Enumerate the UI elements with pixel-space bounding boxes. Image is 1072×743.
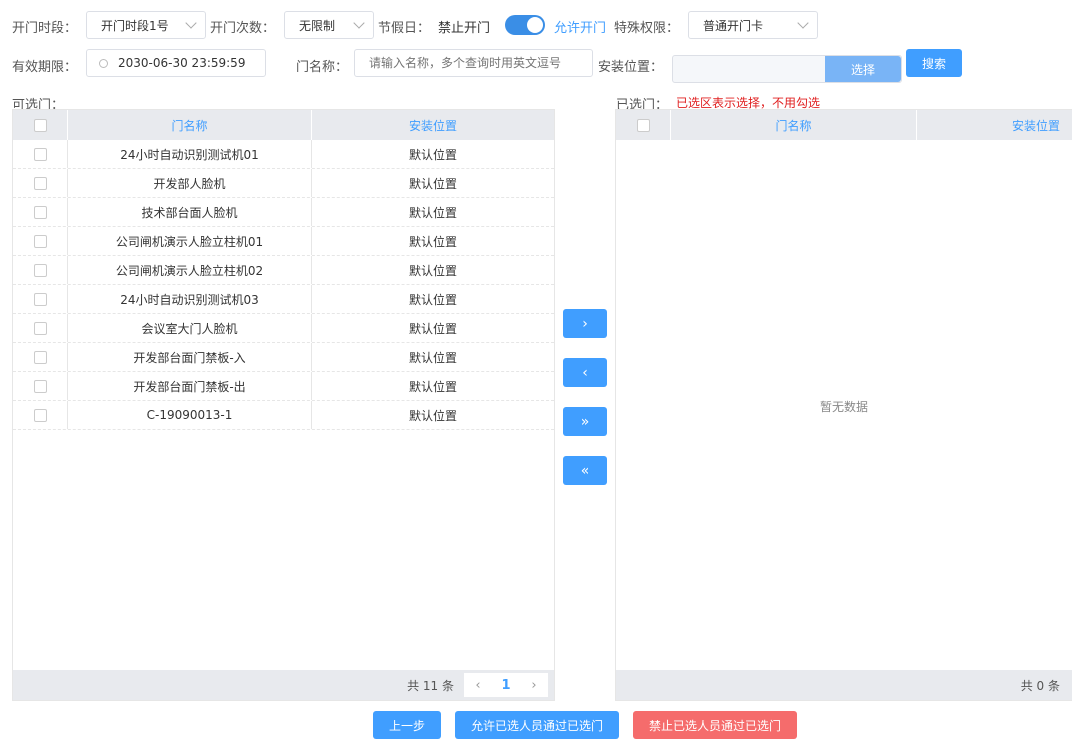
valid-date-value: 2030-06-30 23:59:59 [118, 56, 246, 70]
row-checkbox[interactable] [33, 408, 47, 422]
row-checkbox[interactable] [33, 234, 47, 248]
door-name-cell: 技术部台面人脸机 [68, 198, 312, 226]
table-row[interactable]: 开发部人脸机 默认位置 [13, 169, 554, 198]
table-row[interactable]: 开发部台面门禁板-入 默认位置 [13, 343, 554, 372]
total-count: 共 11 条 [407, 678, 454, 693]
table-footer: 共 0 条 [616, 670, 1072, 700]
count-label: 开门次数： [210, 21, 276, 36]
door-name-cell: 开发部台面门禁板-入 [68, 343, 312, 371]
location-label: 安装位置： [598, 60, 664, 75]
location-select-button[interactable]: 选择 [825, 56, 901, 82]
period-value: 开门时段1号 [101, 18, 169, 33]
location-cell: 默认位置 [408, 176, 457, 191]
door-name-cell: C-19090013-1 [68, 401, 312, 429]
table-header: 门名称 安装位置 [13, 110, 554, 140]
allow-access-button[interactable]: 允许已选人员通过已选门 [455, 711, 619, 739]
location-cell: 默认位置 [408, 234, 457, 249]
move-all-left-button[interactable]: « [563, 456, 607, 485]
door-name-cell: 开发部人脸机 [68, 169, 312, 197]
table-row[interactable]: 公司闸机演示人脸立柱机01 默认位置 [13, 227, 554, 256]
door-name-cell: 公司闸机演示人脸立柱机01 [68, 227, 312, 255]
holiday-toggle[interactable] [505, 15, 545, 35]
table-row[interactable]: C-19090013-1 默认位置 [13, 401, 554, 430]
current-page[interactable]: 1 [492, 678, 520, 693]
selected-doors-panel: 门名称 安装位置 暂无数据 共 0 条 [615, 109, 1072, 701]
location-input[interactable]: 选择 [672, 55, 902, 83]
door-name-cell: 24小时自动识别测试机01 [68, 140, 312, 168]
door-name-cell: 开发部台面门禁板-出 [68, 372, 312, 400]
location-cell: 默认位置 [408, 292, 457, 307]
valid-label: 有效期限： [12, 60, 78, 75]
row-checkbox[interactable] [33, 350, 47, 364]
chevron-down-icon [797, 16, 809, 29]
holiday-label: 节假日： [378, 21, 431, 36]
count-select[interactable]: 无限制 [284, 11, 374, 39]
row-checkbox[interactable] [33, 379, 47, 393]
table-row[interactable]: 技术部台面人脸机 默认位置 [13, 198, 554, 227]
table-row[interactable]: 24小时自动识别测试机03 默认位置 [13, 285, 554, 314]
count-value: 无限制 [299, 18, 336, 33]
row-checkbox[interactable] [33, 205, 47, 219]
special-label: 特殊权限： [614, 21, 680, 36]
search-button[interactable]: 搜索 [906, 49, 962, 77]
column-location[interactable]: 安装位置 [312, 110, 554, 140]
period-select[interactable]: 开门时段1号 [86, 11, 206, 39]
special-value: 普通开门卡 [703, 18, 764, 33]
prev-page-icon[interactable]: ‹ [464, 678, 492, 693]
door-name-label: 门名称： [296, 60, 349, 75]
total-count: 共 0 条 [1020, 678, 1060, 693]
empty-state: 暂无数据 [819, 400, 868, 414]
location-cell: 默认位置 [408, 205, 457, 220]
valid-date-input[interactable]: 2030-06-30 23:59:59 [86, 49, 266, 77]
holiday-on-label: 允许开门 [554, 21, 607, 36]
door-name-cell: 24小时自动识别测试机03 [68, 285, 312, 313]
row-checkbox[interactable] [33, 321, 47, 335]
available-doors-panel: 门名称 安装位置 24小时自动识别测试机01 默认位置 开发部人脸机 默认位置 技术部台… [12, 109, 555, 701]
location-cell: 默认位置 [408, 321, 457, 336]
table-row[interactable]: 会议室大门人脸机 默认位置 [13, 314, 554, 343]
period-label: 开门时段： [12, 21, 78, 36]
special-select[interactable]: 普通开门卡 [688, 11, 818, 39]
row-checkbox[interactable] [33, 292, 47, 306]
door-name-cell: 会议室大门人脸机 [68, 314, 312, 342]
chevron-down-icon [353, 16, 365, 29]
column-door-name[interactable]: 门名称 [671, 110, 917, 140]
table-row[interactable]: 24小时自动识别测试机01 默认位置 [13, 140, 554, 169]
chevron-down-icon [185, 16, 197, 29]
prev-step-button[interactable]: 上一步 [373, 711, 441, 739]
table-header: 门名称 安装位置 [616, 110, 1072, 140]
location-cell: 默认位置 [408, 379, 457, 394]
clock-icon [99, 58, 108, 68]
toggle-knob [527, 17, 543, 33]
move-right-button[interactable]: › [563, 309, 607, 338]
row-checkbox[interactable] [33, 176, 47, 190]
location-cell: 默认位置 [408, 350, 457, 365]
column-door-name[interactable]: 门名称 [68, 110, 312, 140]
deny-access-button[interactable]: 禁止已选人员通过已选门 [633, 711, 797, 739]
holiday-off-label: 禁止开门 [438, 21, 491, 36]
move-left-button[interactable]: ‹ [563, 358, 607, 387]
location-cell: 默认位置 [408, 263, 457, 278]
next-page-icon[interactable]: › [520, 678, 548, 693]
table-row[interactable]: 公司闸机演示人脸立柱机02 默认位置 [13, 256, 554, 285]
row-checkbox[interactable] [33, 147, 47, 161]
select-all-checkbox[interactable] [33, 118, 47, 132]
pagination: ‹ 1 › [464, 673, 548, 697]
door-name-input[interactable] [354, 49, 593, 77]
row-checkbox[interactable] [33, 263, 47, 277]
location-cell: 默认位置 [408, 408, 457, 423]
table-row[interactable]: 开发部台面门禁板-出 默认位置 [13, 372, 554, 401]
move-all-right-button[interactable]: » [563, 407, 607, 436]
column-location[interactable]: 安装位置 [917, 110, 1072, 140]
location-cell: 默认位置 [408, 147, 457, 162]
door-name-cell: 公司闸机演示人脸立柱机02 [68, 256, 312, 284]
table-footer: 共 11 条 ‹ 1 › [13, 670, 554, 700]
table-body: 24小时自动识别测试机01 默认位置 开发部人脸机 默认位置 技术部台面人脸机 默认位置公… [13, 140, 554, 430]
select-all-checkbox[interactable] [636, 118, 650, 132]
